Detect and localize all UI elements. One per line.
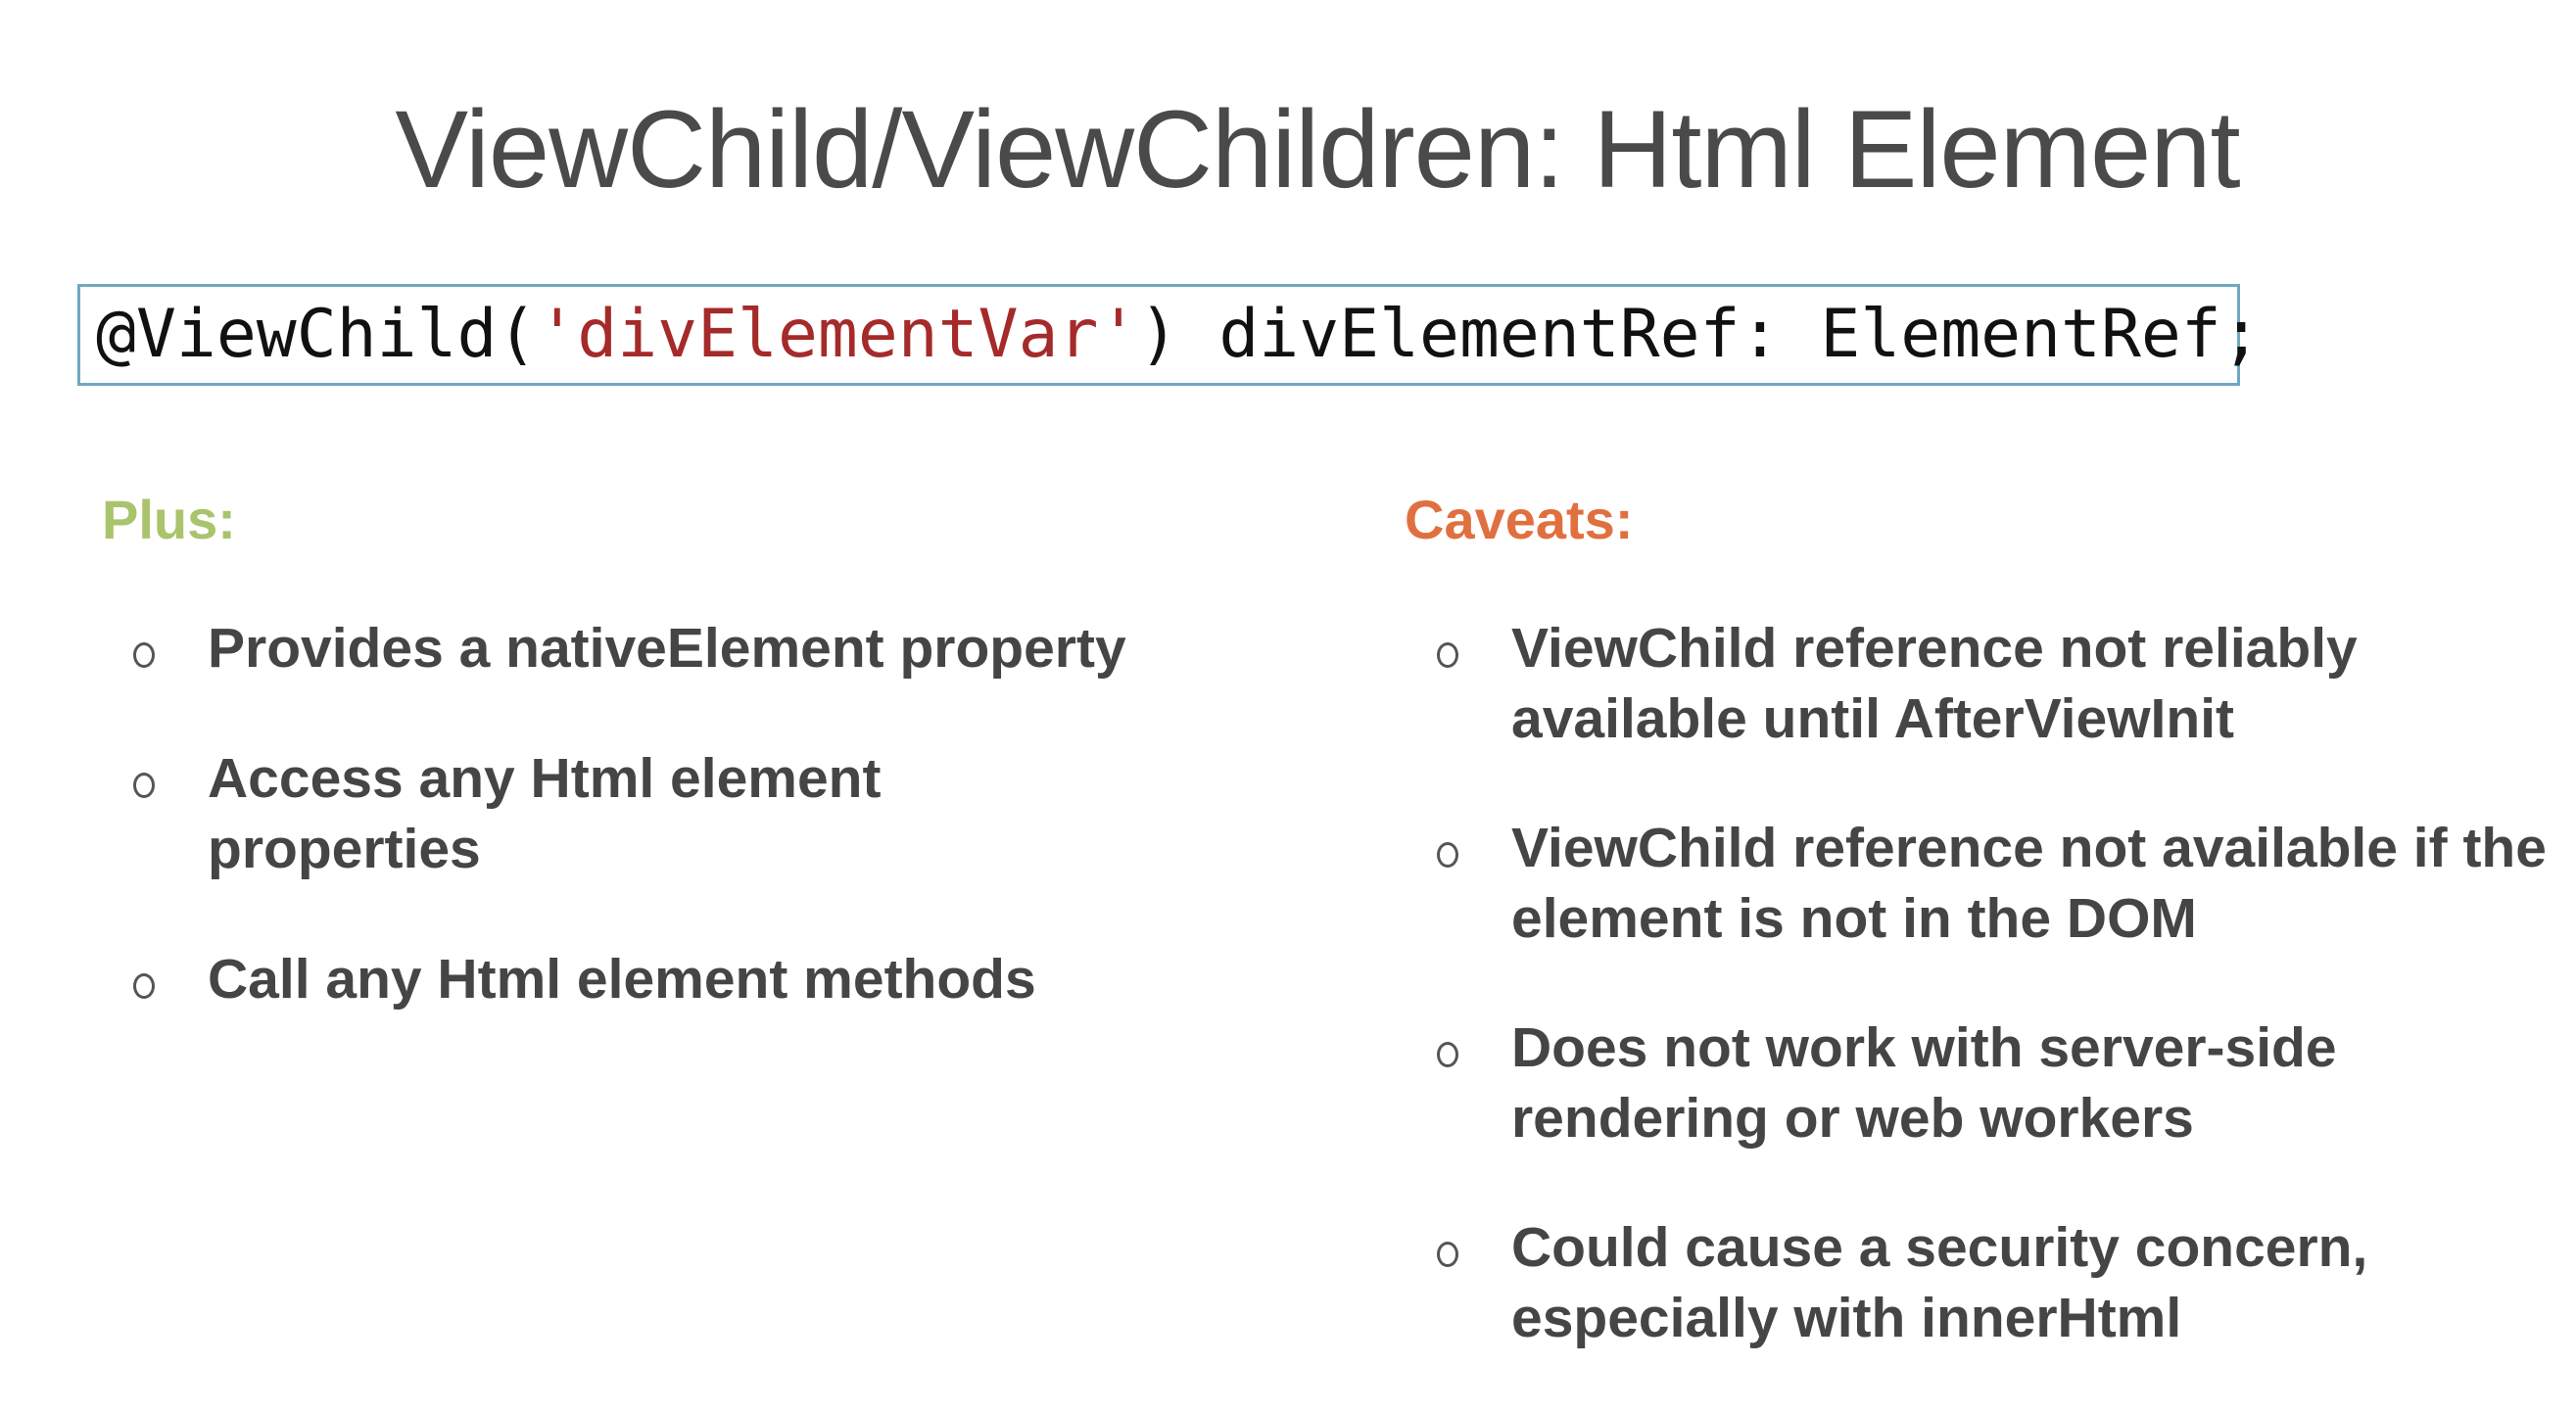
circle-bullet-icon [1437, 842, 1458, 868]
list-item: Provides a nativeElement property [133, 613, 1334, 683]
list-item-text: Access any Html element properties [208, 747, 882, 880]
code-string: 'divElementVar' [537, 296, 1139, 373]
caveats-heading: Caveats: [1405, 489, 1634, 550]
list-item-text: Call any Html element methods [208, 948, 1036, 1011]
circle-bullet-icon [133, 773, 155, 798]
code-decorator: @ViewChild( [96, 296, 538, 373]
list-item: ViewChild reference not available if the… [1437, 813, 2569, 954]
circle-bullet-icon [1437, 642, 1458, 668]
caveats-list: ViewChild reference not reliably availab… [1437, 613, 2569, 1412]
list-item: Could cause a security concern, especial… [1437, 1212, 2569, 1353]
plus-heading: Plus: [102, 489, 236, 550]
code-snippet: @ViewChild('divElementVar') divElementRe… [77, 284, 2262, 386]
list-item-text: Could cause a security concern, especial… [1511, 1216, 2368, 1349]
list-item-text: Does not work with server-side rendering… [1511, 1016, 2337, 1150]
list-item: Call any Html element methods [133, 944, 1334, 1014]
circle-bullet-icon [133, 973, 155, 999]
slide-title: ViewChild/ViewChildren: Html Element [395, 88, 2240, 211]
plus-list: Provides a nativeElement property Access… [133, 613, 1334, 1074]
list-item-text: ViewChild reference not available if the… [1511, 817, 2547, 950]
list-item-text: ViewChild reference not reliably availab… [1511, 617, 2358, 750]
circle-bullet-icon [1437, 1042, 1458, 1067]
list-item-text: Provides a nativeElement property [208, 617, 1126, 680]
circle-bullet-icon [133, 642, 155, 668]
list-item: ViewChild reference not reliably availab… [1437, 613, 2569, 754]
circle-bullet-icon [1437, 1242, 1458, 1267]
list-item: Does not work with server-side rendering… [1437, 1012, 2569, 1153]
list-item: Access any Html element properties [133, 743, 952, 884]
code-declaration: ) divElementRef: ElementRef; [1138, 296, 2262, 373]
